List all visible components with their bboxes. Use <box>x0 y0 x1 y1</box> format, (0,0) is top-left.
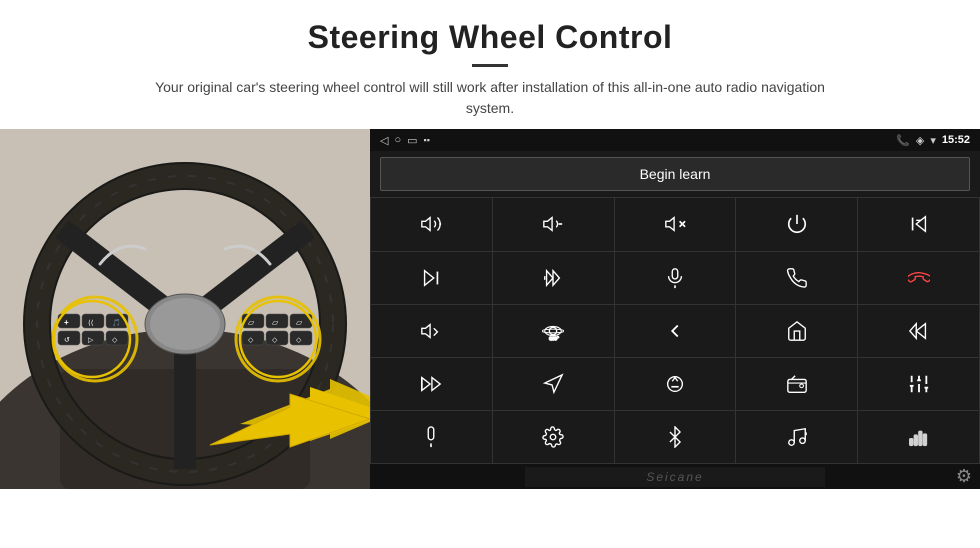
vol-down-icon <box>542 213 564 235</box>
spectrum-icon <box>908 426 930 448</box>
begin-learn-row: Begin learn <box>370 151 980 197</box>
spectrum-button[interactable] <box>858 411 979 463</box>
radio-button[interactable] <box>736 358 857 410</box>
back-arrow-icon <box>664 320 686 342</box>
cam360-icon: 360° <box>542 320 564 342</box>
svg-text:⟨⟨: ⟨⟨ <box>88 319 94 327</box>
cam360-button[interactable]: 360° <box>493 305 614 357</box>
equalizer-button[interactable] <box>858 358 979 410</box>
phone-call-icon <box>786 267 808 289</box>
vol-down-button[interactable] <box>493 198 614 250</box>
page-wrapper: Steering Wheel Control Your original car… <box>0 0 980 548</box>
title-divider <box>472 64 508 67</box>
mute-button[interactable] <box>615 198 736 250</box>
wifi-status-icon: ▾ <box>930 134 936 147</box>
statusbar-left: ◁ ○ ▭ ▪▪ <box>380 134 430 147</box>
mic2-icon <box>420 426 442 448</box>
power-button[interactable] <box>736 198 857 250</box>
content-row: + ↺ ⟨⟨ ▷ 🎵 ◇ ▱ ◇ ▱ <box>0 129 980 548</box>
next-track-button[interactable] <box>371 252 492 304</box>
horn-icon <box>420 320 442 342</box>
fast-fwd-button[interactable] <box>371 358 492 410</box>
skip-prev-ff-button[interactable] <box>493 252 614 304</box>
music-icon <box>786 426 808 448</box>
navigate-button[interactable] <box>493 358 614 410</box>
controls-grid: 360° <box>370 197 980 464</box>
phone-status-icon: 📞 <box>896 134 910 147</box>
next-track-icon <box>420 267 442 289</box>
svg-text:360°: 360° <box>550 336 560 341</box>
svg-text:◇: ◇ <box>272 337 278 344</box>
skip-prev2-button[interactable] <box>858 305 979 357</box>
svg-text:▱: ▱ <box>248 318 255 327</box>
subtitle-text: Your original car's steering wheel contr… <box>140 77 840 119</box>
location-status-icon: ◈ <box>916 134 924 147</box>
eject-button[interactable] <box>615 358 736 410</box>
android-panel: ◁ ○ ▭ ▪▪ 📞 ◈ ▾ 15:52 Begin learn <box>370 129 980 489</box>
svg-text:▱: ▱ <box>272 318 279 327</box>
horn-button[interactable] <box>371 305 492 357</box>
mic-icon <box>664 267 686 289</box>
svg-text:◇: ◇ <box>296 337 302 344</box>
svg-text:◇: ◇ <box>112 337 118 344</box>
prev-end-button[interactable] <box>858 198 979 250</box>
mute-icon <box>664 213 686 235</box>
steering-wheel-image: + ↺ ⟨⟨ ▷ 🎵 ◇ ▱ ◇ ▱ <box>0 129 370 489</box>
home-nav-icon[interactable]: ○ <box>394 134 401 146</box>
clock-display: 15:52 <box>942 134 970 146</box>
home-icon <box>786 320 808 342</box>
gear-settings-button[interactable]: ⚙ <box>956 466 972 486</box>
svg-text:▷: ▷ <box>88 337 94 344</box>
bluetooth-button[interactable] <box>615 411 736 463</box>
media-icon: ▪▪ <box>424 135 430 145</box>
recents-nav-icon[interactable]: ▭ <box>407 134 417 147</box>
vol-up-icon <box>420 213 442 235</box>
hang-up-icon <box>908 267 930 289</box>
seicane-watermark: Seicane <box>525 467 825 487</box>
bluetooth-icon <box>664 426 686 448</box>
equalizer-icon <box>908 373 930 395</box>
page-title: Steering Wheel Control <box>60 18 920 56</box>
power-icon <box>786 213 808 235</box>
svg-text:🎵: 🎵 <box>112 318 121 327</box>
svg-text:+: + <box>64 318 69 327</box>
phone-call-button[interactable] <box>736 252 857 304</box>
prev-end-icon <box>908 213 930 235</box>
home-button[interactable] <box>736 305 857 357</box>
back-arrow-button[interactable] <box>615 305 736 357</box>
skip-ff-icon <box>542 267 564 289</box>
fast-fwd-icon <box>420 373 442 395</box>
android-statusbar: ◁ ○ ▭ ▪▪ 📞 ◈ ▾ 15:52 <box>370 129 980 151</box>
settings2-icon <box>542 426 564 448</box>
hang-up-button[interactable] <box>858 252 979 304</box>
mic-button[interactable] <box>615 252 736 304</box>
svg-text:↺: ↺ <box>64 337 70 344</box>
settings2-button[interactable] <box>493 411 614 463</box>
svg-text:▱: ▱ <box>296 318 303 327</box>
skip-prev2-icon <box>908 320 930 342</box>
back-nav-icon[interactable]: ◁ <box>380 134 388 147</box>
eject-icon <box>664 373 686 395</box>
navigate-icon <box>542 373 564 395</box>
mic2-button[interactable] <box>371 411 492 463</box>
radio-icon <box>786 373 808 395</box>
music-button[interactable] <box>736 411 857 463</box>
begin-learn-button[interactable]: Begin learn <box>380 157 970 191</box>
statusbar-right: 📞 ◈ ▾ 15:52 <box>896 134 970 147</box>
svg-text:◇: ◇ <box>248 337 254 344</box>
vol-up-button[interactable] <box>371 198 492 250</box>
header-section: Steering Wheel Control Your original car… <box>0 0 980 129</box>
